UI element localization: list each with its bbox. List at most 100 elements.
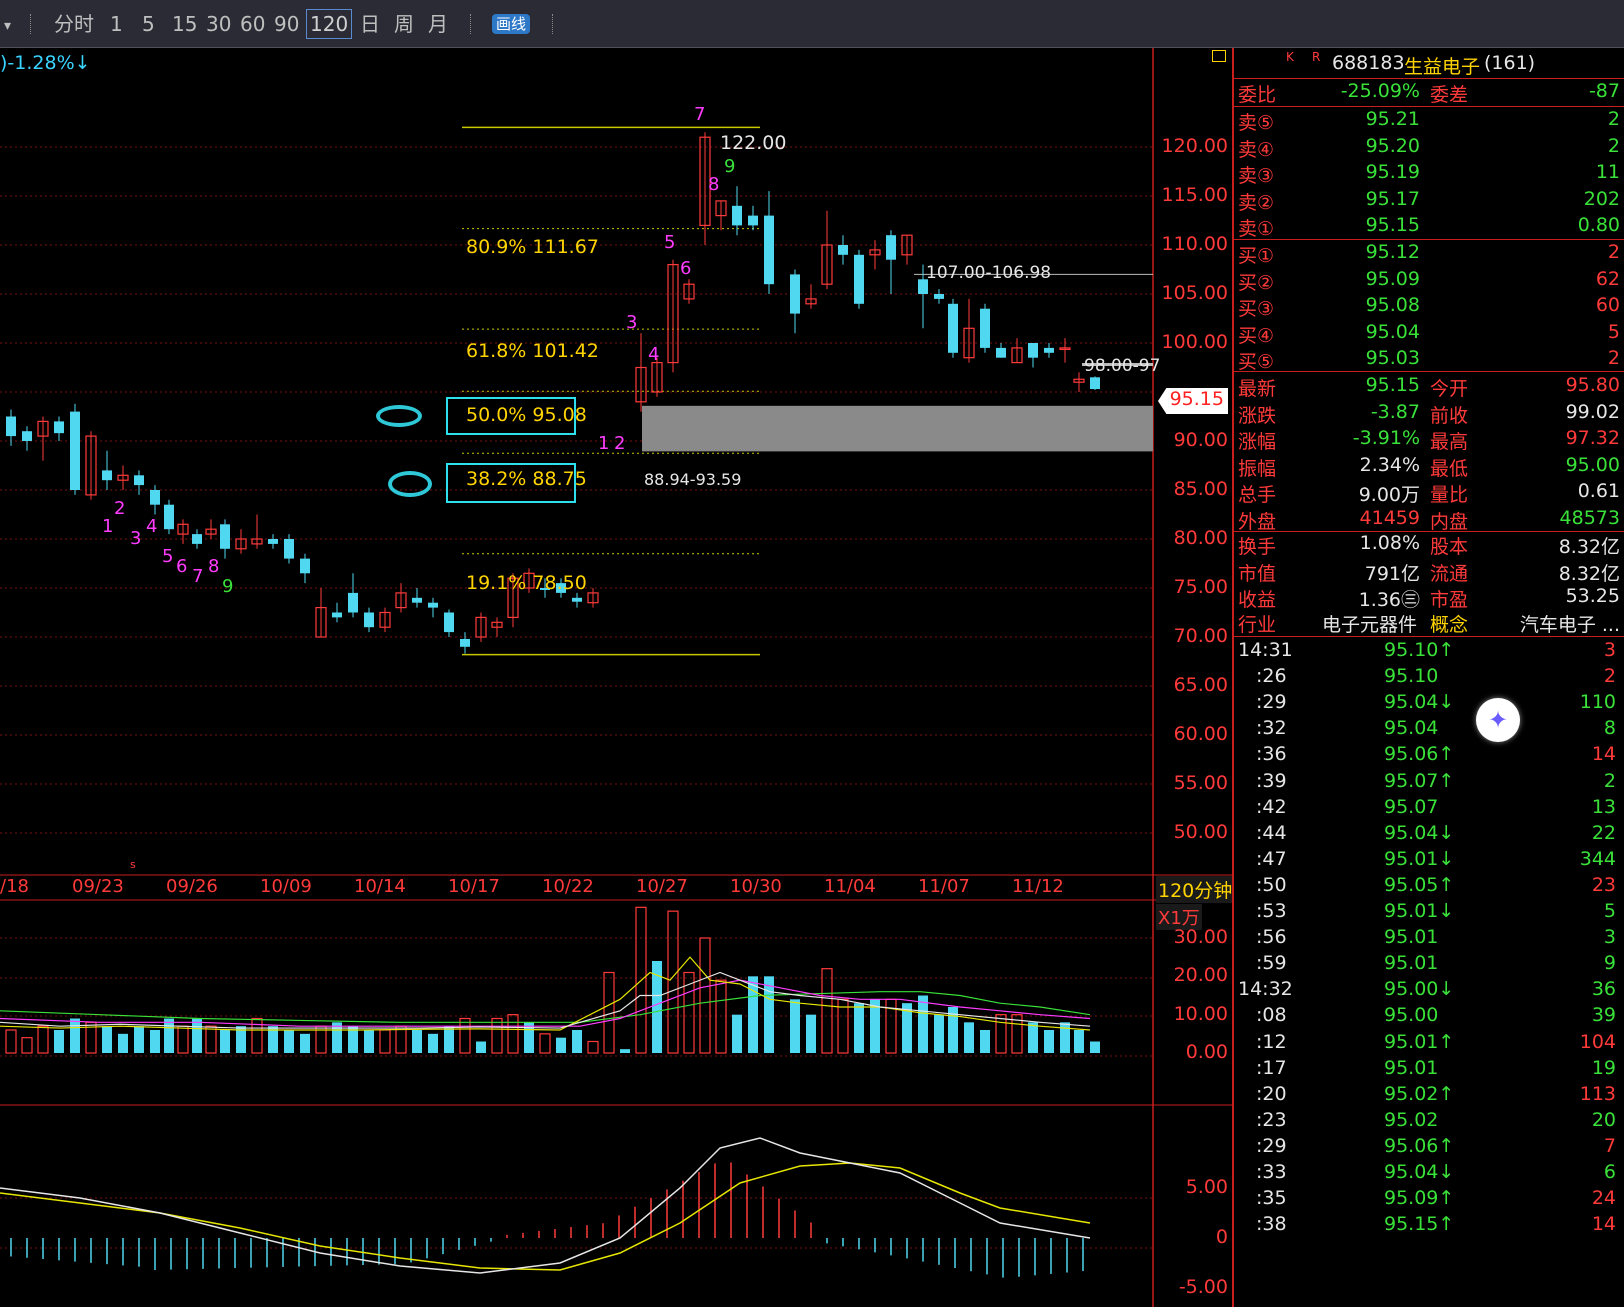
tick-time: :23 bbox=[1256, 1108, 1287, 1131]
tick-row[interactable]: 14:32 95.00↓ 36 bbox=[1238, 978, 1620, 1005]
tick-row[interactable]: :42 95.07 13 bbox=[1238, 796, 1620, 823]
tick-row[interactable]: :23 95.02 20 bbox=[1238, 1109, 1620, 1136]
tick-price: 95.06↑ bbox=[1384, 1134, 1455, 1157]
tick-volume: 14 bbox=[1591, 1213, 1616, 1236]
tick-row[interactable]: :44 95.04↓ 22 bbox=[1238, 822, 1620, 849]
kline-chart[interactable] bbox=[0, 48, 1232, 1307]
volume-axis-label: 30.00 bbox=[1173, 926, 1228, 948]
price-axis-label: 70.00 bbox=[1173, 625, 1228, 647]
stat-label: 最新 bbox=[1238, 378, 1277, 400]
candle-body-down bbox=[332, 612, 342, 618]
td-count-down: 5 bbox=[162, 546, 174, 567]
dropdown-arrow-icon[interactable]: ▾ bbox=[4, 12, 11, 40]
buy-level-label: 买③ bbox=[1238, 298, 1275, 320]
tick-time: :35 bbox=[1256, 1187, 1287, 1210]
weicha-label: 委差 bbox=[1430, 84, 1469, 106]
volume-bar-up bbox=[37, 1025, 49, 1054]
tick-row[interactable]: :35 95.09↑ 24 bbox=[1238, 1187, 1620, 1214]
tick-row[interactable]: :26 95.10 2 bbox=[1238, 665, 1620, 692]
volume-bar-up bbox=[459, 1017, 471, 1054]
tick-time: :08 bbox=[1256, 1004, 1287, 1027]
sell-volume: 202 bbox=[1583, 187, 1620, 210]
tick-volume: 22 bbox=[1591, 821, 1616, 844]
tick-row[interactable]: :33 95.04↓ 6 bbox=[1238, 1161, 1620, 1188]
gap-zone bbox=[642, 405, 1153, 452]
macd-dif-line bbox=[0, 1137, 1091, 1274]
tick-row[interactable]: :53 95.01↓ 5 bbox=[1238, 900, 1620, 927]
stat-label: 量比 bbox=[1430, 484, 1469, 506]
tick-row[interactable]: :29 95.04↓ 110 bbox=[1238, 691, 1620, 718]
stat-value: 1.08% bbox=[1359, 532, 1420, 554]
volume-bar-down bbox=[364, 1030, 374, 1053]
period-5[interactable]: 5 bbox=[142, 10, 155, 38]
stat-value: 8.32亿 bbox=[1558, 536, 1620, 558]
period-15[interactable]: 15 bbox=[172, 10, 197, 38]
resistance-label-1: 107.00-106.98 bbox=[926, 263, 1052, 283]
volume-bar-down bbox=[134, 1026, 144, 1053]
period-fenshi[interactable]: 分时 bbox=[54, 10, 94, 38]
volume-bar-up bbox=[251, 1017, 263, 1054]
tick-row[interactable]: :29 95.06↑ 7 bbox=[1238, 1135, 1620, 1162]
period-30[interactable]: 30 bbox=[206, 10, 231, 38]
tick-row[interactable]: :47 95.01↓ 344 bbox=[1238, 848, 1620, 875]
sell-row: 卖⑤ 95.21 2 bbox=[1238, 106, 1620, 134]
candle-body-down bbox=[134, 475, 144, 486]
buy-price: 95.12 bbox=[1365, 241, 1420, 263]
tick-row[interactable]: :12 95.01↑ 104 bbox=[1238, 1031, 1620, 1058]
assistant-bubble-icon[interactable]: ✦ bbox=[1476, 698, 1520, 742]
period-week[interactable]: 周 bbox=[394, 10, 414, 38]
volume-axis-label: 10.00 bbox=[1173, 1002, 1228, 1025]
period-120[interactable]: 120 bbox=[306, 9, 353, 39]
tick-volume: 3 bbox=[1603, 926, 1616, 949]
price-axis-label: 115.00 bbox=[1161, 184, 1228, 206]
macd-axis-label: 0 bbox=[1215, 1226, 1228, 1248]
period-90[interactable]: 90 bbox=[274, 10, 299, 38]
tick-time: :38 bbox=[1256, 1213, 1287, 1236]
panel-toggle-icon[interactable] bbox=[1212, 50, 1226, 62]
sell-volume: 11 bbox=[1595, 161, 1620, 183]
candle-body-down bbox=[348, 592, 358, 613]
period-60[interactable]: 60 bbox=[240, 10, 265, 38]
stat-row: 最新 95.15 今开 95.80 bbox=[1238, 372, 1620, 400]
tick-row[interactable]: :50 95.05↑ 23 bbox=[1238, 874, 1620, 901]
tick-row[interactable]: :59 95.01 9 bbox=[1238, 952, 1620, 979]
volume-bar-down bbox=[732, 1014, 742, 1053]
volume-bar-up bbox=[539, 1033, 551, 1054]
tick-row[interactable]: :17 95.01 19 bbox=[1238, 1057, 1620, 1084]
sell-row: 卖③ 95.19 11 bbox=[1238, 159, 1620, 187]
tick-row[interactable]: :36 95.06↑ 14 bbox=[1238, 743, 1620, 770]
volume-bar-up bbox=[491, 1017, 503, 1054]
tick-volume: 2 bbox=[1603, 769, 1616, 792]
sell-volume: 0.80 bbox=[1577, 214, 1620, 236]
td-count-down: 8 bbox=[208, 556, 220, 577]
volume-bar-down bbox=[1060, 1022, 1070, 1053]
volume-bar-down bbox=[192, 1018, 202, 1053]
tick-price: 95.10↑ bbox=[1384, 639, 1455, 661]
tick-row[interactable]: :20 95.02↑ 113 bbox=[1238, 1083, 1620, 1110]
highlight-box-50 bbox=[446, 397, 576, 435]
candle-body-down bbox=[102, 470, 112, 481]
period-1[interactable]: 1 bbox=[110, 10, 123, 38]
candle-body-down bbox=[70, 411, 80, 490]
candle-body-down bbox=[22, 431, 32, 441]
volume-bar-up bbox=[715, 979, 727, 1054]
tick-row[interactable]: :08 95.00 39 bbox=[1238, 1004, 1620, 1031]
toolbar-separator bbox=[552, 14, 554, 34]
period-month[interactable]: 月 bbox=[428, 10, 448, 38]
tick-row[interactable]: :32 95.04 8 bbox=[1238, 717, 1620, 744]
volume-bar-down bbox=[572, 1030, 582, 1053]
tick-price: 95.02↑ bbox=[1384, 1082, 1455, 1105]
tick-row[interactable]: :39 95.07↑ 2 bbox=[1238, 770, 1620, 797]
tick-row[interactable]: :56 95.01 3 bbox=[1238, 926, 1620, 953]
draw-lines-button[interactable]: 画线 bbox=[492, 14, 531, 34]
sell-price: 95.20 bbox=[1365, 134, 1420, 157]
volume-bar-down bbox=[476, 1041, 486, 1053]
concept-value: 汽车电子 ... bbox=[1519, 614, 1620, 636]
tick-row[interactable]: 14:31 95.10↑ 3 bbox=[1238, 639, 1620, 666]
buy-volume: 60 bbox=[1595, 294, 1620, 316]
tick-row[interactable]: :38 95.15↑ 14 bbox=[1238, 1213, 1620, 1240]
stat-value: -3.91% bbox=[1352, 427, 1420, 449]
price-axis-label: 60.00 bbox=[1173, 723, 1228, 745]
period-day[interactable]: 日 bbox=[360, 10, 380, 38]
stock-count: (161) bbox=[1484, 52, 1536, 74]
